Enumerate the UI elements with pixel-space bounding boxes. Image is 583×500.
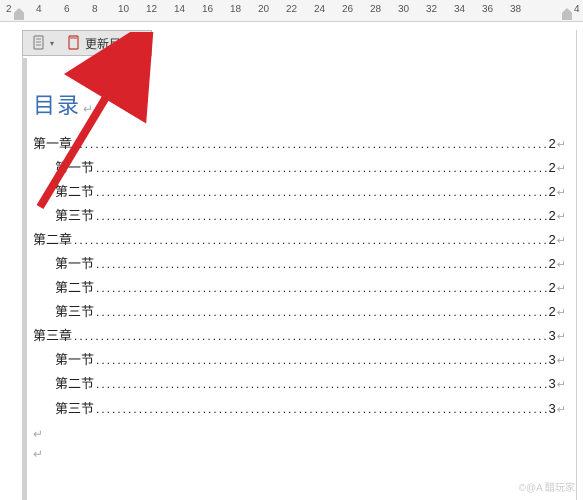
toc-entry[interactable]: 第一节.....................................… bbox=[33, 156, 566, 180]
ruler-tick: 14 bbox=[174, 4, 185, 15]
toc-entry[interactable]: 第一节.....................................… bbox=[33, 348, 566, 372]
toc-leader: ........................................… bbox=[74, 325, 547, 347]
toc-leader: ........................................… bbox=[96, 253, 547, 275]
toc-entry[interactable]: 第二节.....................................… bbox=[33, 180, 566, 204]
ruler-tick: 20 bbox=[258, 4, 269, 15]
toc-toolbar: ▾ 更新目录... bbox=[22, 30, 152, 56]
toc-page-number: 3 bbox=[549, 372, 556, 396]
toc-entry-label: 第三节 bbox=[55, 397, 94, 421]
toc-entry-label: 第三节 bbox=[55, 204, 94, 228]
ruler-tick: 34 bbox=[454, 4, 465, 15]
return-mark: ↵ bbox=[557, 303, 566, 323]
return-mark: ↵ bbox=[557, 400, 566, 420]
update-toc-button[interactable]: 更新目录... bbox=[62, 32, 147, 54]
ruler-tick: 2 bbox=[6, 4, 12, 15]
toc-leader: ........................................… bbox=[96, 349, 547, 371]
ruler-tick: 4 bbox=[574, 4, 580, 15]
toc-leader: ........................................… bbox=[74, 133, 547, 155]
toc-page-number: 2 bbox=[549, 300, 556, 324]
paragraph-mark: ↵ bbox=[33, 427, 568, 441]
toc-entry[interactable]: 第二章.....................................… bbox=[33, 228, 566, 252]
return-mark: ↵ bbox=[557, 327, 566, 347]
toc-entry-label: 第一章 bbox=[33, 132, 72, 156]
toc-entry[interactable]: 第一节.....................................… bbox=[33, 252, 566, 276]
toc-list: 第一章.....................................… bbox=[31, 132, 568, 421]
toc-page-number: 3 bbox=[549, 397, 556, 421]
ruler-tick: 22 bbox=[286, 4, 297, 15]
toc-page-number: 2 bbox=[549, 252, 556, 276]
toc-entry[interactable]: 第三章.....................................… bbox=[33, 324, 566, 348]
toc-selection-indicator bbox=[23, 58, 27, 500]
toc-entry[interactable]: 第一章.....................................… bbox=[33, 132, 566, 156]
horizontal-ruler: 2 4 6 8 10 12 14 16 18 20 22 24 26 28 30… bbox=[0, 0, 583, 22]
toc-options-button[interactable]: ▾ bbox=[27, 32, 58, 54]
document-icon bbox=[31, 35, 47, 51]
toc-entry[interactable]: 第二节.....................................… bbox=[33, 276, 566, 300]
toc-page-number: 2 bbox=[549, 276, 556, 300]
toc-entry-label: 第一节 bbox=[55, 252, 94, 276]
update-toc-label: 更新目录... bbox=[85, 35, 143, 52]
toc-page-number: 3 bbox=[549, 348, 556, 372]
return-mark: ↵ bbox=[557, 279, 566, 299]
ruler-tick: 6 bbox=[64, 4, 70, 15]
toc-entry-label: 第二节 bbox=[55, 276, 94, 300]
ruler-tick: 24 bbox=[314, 4, 325, 15]
toc-entry[interactable]: 第二节.....................................… bbox=[33, 372, 566, 396]
toc-page-number: 2 bbox=[549, 156, 556, 180]
indent-marker-right[interactable] bbox=[562, 8, 572, 20]
toc-page-number: 2 bbox=[549, 180, 556, 204]
return-mark: ↵ bbox=[557, 255, 566, 275]
toc-title: 目录↵ bbox=[33, 88, 568, 120]
toc-page-number: 3 bbox=[549, 324, 556, 348]
paragraph-mark: ↵ bbox=[33, 447, 568, 461]
return-mark: ↵ bbox=[557, 375, 566, 395]
ruler-tick: 32 bbox=[426, 4, 437, 15]
toc-entry[interactable]: 第三节.....................................… bbox=[33, 397, 566, 421]
toc-entry-label: 第一节 bbox=[55, 348, 94, 372]
toc-leader: ........................................… bbox=[96, 373, 547, 395]
toc-entry-label: 第二节 bbox=[55, 372, 94, 396]
ruler-tick: 18 bbox=[230, 4, 241, 15]
return-mark: ↵ bbox=[557, 159, 566, 179]
chevron-down-icon: ▾ bbox=[50, 39, 54, 48]
toc-leader: ........................................… bbox=[96, 157, 547, 179]
ruler-tick: 10 bbox=[118, 4, 129, 15]
toc-entry-label: 第二章 bbox=[33, 228, 72, 252]
toc-page-number: 2 bbox=[549, 132, 556, 156]
ruler-tick: 12 bbox=[146, 4, 157, 15]
toc-entry-label: 第三节 bbox=[55, 300, 94, 324]
toc-entry[interactable]: 第三节.....................................… bbox=[33, 300, 566, 324]
toc-leader: ........................................… bbox=[96, 301, 547, 323]
ruler-tick: 16 bbox=[202, 4, 213, 15]
toc-entry-label: 第一节 bbox=[55, 156, 94, 180]
document-page: 目录↵ 第一章.................................… bbox=[22, 30, 577, 500]
toc-entry[interactable]: 第三节.....................................… bbox=[33, 204, 566, 228]
ruler-tick: 4 bbox=[36, 4, 42, 15]
ruler-tick: 38 bbox=[510, 4, 521, 15]
refresh-document-icon bbox=[66, 35, 82, 51]
return-mark: ↵ bbox=[557, 231, 566, 251]
toc-leader: ........................................… bbox=[96, 398, 547, 420]
indent-marker-left[interactable] bbox=[14, 8, 24, 20]
ruler-tick: 36 bbox=[482, 4, 493, 15]
toc-entry-label: 第三章 bbox=[33, 324, 72, 348]
toc-page-number: 2 bbox=[549, 204, 556, 228]
ruler-tick: 8 bbox=[92, 4, 98, 15]
toc-leader: ........................................… bbox=[96, 205, 547, 227]
toc-entry-label: 第二节 bbox=[55, 180, 94, 204]
toc-leader: ........................................… bbox=[96, 181, 547, 203]
return-mark: ↵ bbox=[557, 183, 566, 203]
toc-page-number: 2 bbox=[549, 228, 556, 252]
watermark: ©@A 醋玩家 bbox=[519, 479, 575, 494]
toc-leader: ........................................… bbox=[96, 277, 547, 299]
toc-leader: ........................................… bbox=[74, 229, 547, 251]
ruler-tick: 26 bbox=[342, 4, 353, 15]
toc-title-text: 目录 bbox=[33, 93, 81, 118]
return-mark: ↵ bbox=[557, 207, 566, 227]
ruler-tick: 28 bbox=[370, 4, 381, 15]
paragraph-mark: ↵ bbox=[83, 102, 95, 116]
return-mark: ↵ bbox=[557, 351, 566, 371]
ruler-tick: 30 bbox=[398, 4, 409, 15]
return-mark: ↵ bbox=[557, 135, 566, 155]
